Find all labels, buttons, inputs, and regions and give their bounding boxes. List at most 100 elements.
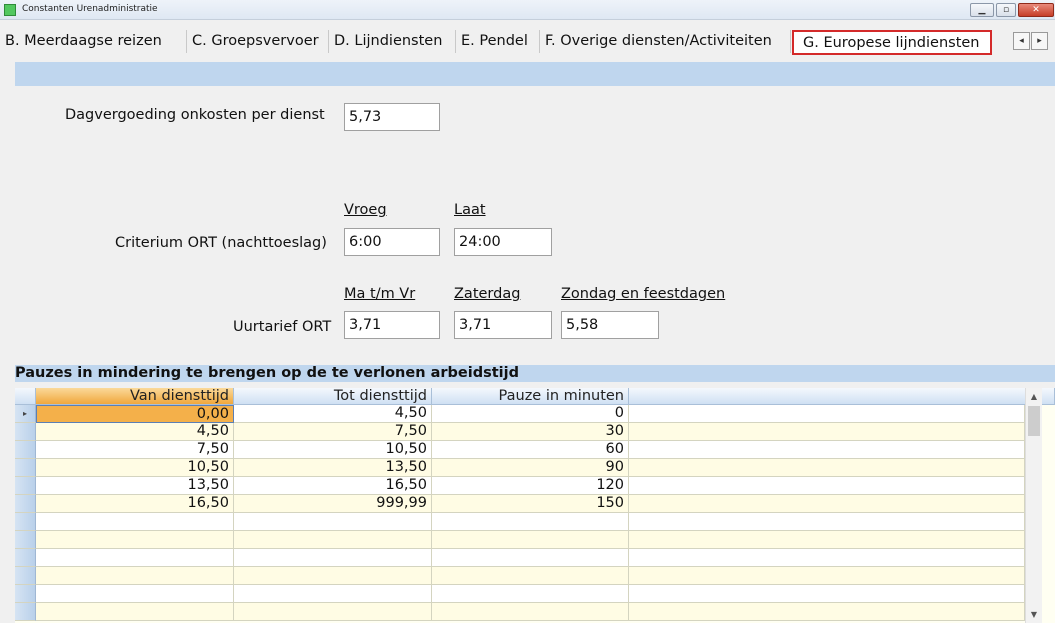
zaterdag-header: Zaterdag — [454, 286, 521, 302]
table-cell-filler — [629, 585, 1025, 603]
criterium-label: Criterium ORT (nachttoeslag) — [115, 235, 327, 251]
table-cell[interactable]: 7,50 — [234, 423, 432, 441]
tab-scroll-left-icon[interactable]: ◂ — [1013, 32, 1030, 50]
row-selector[interactable] — [15, 423, 36, 441]
table-cell[interactable] — [234, 531, 432, 549]
table-cell[interactable]: 13,50 — [36, 477, 234, 495]
table-row[interactable] — [15, 603, 1025, 621]
tab-pendel[interactable]: E. Pendel — [456, 30, 540, 53]
table-cell-filler — [629, 477, 1025, 495]
row-selector[interactable] — [15, 585, 36, 603]
table-row[interactable]: 7,50 10,50 60 — [15, 441, 1025, 459]
vertical-scrollbar[interactable]: ▲ ▼ — [1025, 388, 1042, 623]
table-cell[interactable]: 10,50 — [36, 459, 234, 477]
table-row[interactable] — [15, 513, 1025, 531]
table-cell[interactable] — [36, 585, 234, 603]
row-selector[interactable] — [15, 477, 36, 495]
table-row[interactable] — [15, 531, 1025, 549]
table-cell[interactable] — [36, 549, 234, 567]
row-selector[interactable] — [15, 513, 36, 531]
table-cell[interactable]: 13,50 — [234, 459, 432, 477]
row-selector[interactable] — [15, 549, 36, 567]
table-cell[interactable]: 7,50 — [36, 441, 234, 459]
table-cell[interactable] — [432, 585, 629, 603]
uurtarief-zondag-field[interactable]: 5,58 — [561, 311, 659, 339]
table-cell[interactable]: 60 — [432, 441, 629, 459]
table-row[interactable] — [15, 549, 1025, 567]
table-cell[interactable] — [234, 513, 432, 531]
table-cell[interactable] — [234, 585, 432, 603]
row-selector[interactable] — [15, 531, 36, 549]
grid-header-indicator — [15, 388, 36, 405]
table-cell[interactable] — [234, 549, 432, 567]
uurtarief-matmvr-field[interactable]: 3,71 — [344, 311, 440, 339]
table-cell[interactable]: 0 — [432, 405, 629, 423]
close-button[interactable]: ✕ — [1018, 3, 1054, 17]
matmvr-header: Ma t/m Vr — [344, 286, 416, 302]
table-cell[interactable] — [36, 531, 234, 549]
column-header-tot[interactable]: Tot diensttijd — [234, 388, 432, 405]
tab-strip: B. Meerdaagse reizen C. Groepsvervoer D.… — [0, 20, 1055, 62]
tab-lijndiensten[interactable]: D. Lijndiensten — [329, 30, 456, 53]
criterium-laat-field[interactable]: 24:00 — [454, 228, 552, 256]
table-cell[interactable]: 16,50 — [36, 495, 234, 513]
criterium-vroeg-field[interactable]: 6:00 — [344, 228, 440, 256]
table-cell[interactable] — [234, 567, 432, 585]
table-cell[interactable]: 16,50 — [234, 477, 432, 495]
table-cell[interactable]: 90 — [432, 459, 629, 477]
minimize-button[interactable]: ▁ — [970, 3, 994, 17]
table-cell[interactable] — [432, 549, 629, 567]
tab-meerdaagse-reizen[interactable]: B. Meerdaagse reizen — [0, 30, 187, 53]
row-selector[interactable] — [15, 441, 36, 459]
table-cell-filler — [629, 603, 1025, 621]
table-cell[interactable]: 4,50 — [36, 423, 234, 441]
table-row[interactable]: 16,50 999,99 150 — [15, 495, 1025, 513]
table-cell[interactable]: 999,99 — [234, 495, 432, 513]
tab-groepsvervoer[interactable]: C. Groepsvervoer — [187, 30, 329, 53]
row-selector[interactable] — [15, 603, 36, 621]
table-row[interactable]: 4,50 7,50 30 — [15, 423, 1025, 441]
table-cell[interactable] — [36, 567, 234, 585]
table-row[interactable]: 10,50 13,50 90 — [15, 459, 1025, 477]
table-cell[interactable] — [432, 513, 629, 531]
application-window: Constanten Urenadministratie ▁ ▫ ✕ B. Me… — [0, 0, 1055, 623]
title-bar[interactable]: Constanten Urenadministratie ▁ ▫ ✕ — [0, 0, 1055, 20]
column-header-van[interactable]: Van diensttijd — [36, 388, 234, 405]
table-row[interactable] — [15, 567, 1025, 585]
table-cell[interactable]: 30 — [432, 423, 629, 441]
header-band — [15, 62, 1055, 86]
row-selector-current-icon[interactable]: ▸ — [15, 405, 36, 423]
row-selector[interactable] — [15, 567, 36, 585]
scroll-down-icon[interactable]: ▼ — [1026, 606, 1042, 623]
row-selector[interactable] — [15, 495, 36, 513]
table-row[interactable] — [15, 585, 1025, 603]
table-cell[interactable] — [234, 603, 432, 621]
table-cell[interactable] — [36, 513, 234, 531]
table-cell[interactable] — [432, 567, 629, 585]
row-selector[interactable] — [15, 459, 36, 477]
maximize-button[interactable]: ▫ — [996, 3, 1016, 17]
tab-overige-diensten[interactable]: F. Overige diensten/Activiteiten — [540, 30, 791, 53]
table-cell[interactable]: 120 — [432, 477, 629, 495]
uurtarief-zaterdag-field[interactable]: 3,71 — [454, 311, 552, 339]
scroll-up-icon[interactable]: ▲ — [1026, 388, 1042, 405]
table-cell[interactable] — [36, 603, 234, 621]
table-cell[interactable] — [432, 531, 629, 549]
table-cell[interactable]: 4,50 — [234, 405, 432, 423]
dagvergoeding-field[interactable]: 5,73 — [344, 103, 440, 131]
scroll-thumb[interactable] — [1028, 406, 1040, 436]
column-header-filler — [629, 388, 1055, 405]
uurtarief-label: Uurtarief ORT — [233, 319, 332, 335]
window-title: Constanten Urenadministratie — [22, 4, 158, 14]
tab-scroll-right-icon[interactable]: ▸ — [1031, 32, 1048, 50]
table-row[interactable]: ▸ 0,00 4,50 0 — [15, 405, 1025, 423]
table-cell[interactable]: 0,00 — [36, 405, 234, 423]
table-cell[interactable] — [432, 603, 629, 621]
table-cell[interactable]: 150 — [432, 495, 629, 513]
table-cell-filler — [629, 495, 1025, 513]
table-row[interactable]: 13,50 16,50 120 — [15, 477, 1025, 495]
tab-europese-lijndiensten[interactable]: G. Europese lijndiensten — [792, 30, 992, 55]
pauzes-grid[interactable]: Van diensttijd Tot diensttijd Pauze in m… — [15, 388, 1055, 623]
table-cell[interactable]: 10,50 — [234, 441, 432, 459]
column-header-pauze[interactable]: Pauze in minuten — [432, 388, 629, 405]
